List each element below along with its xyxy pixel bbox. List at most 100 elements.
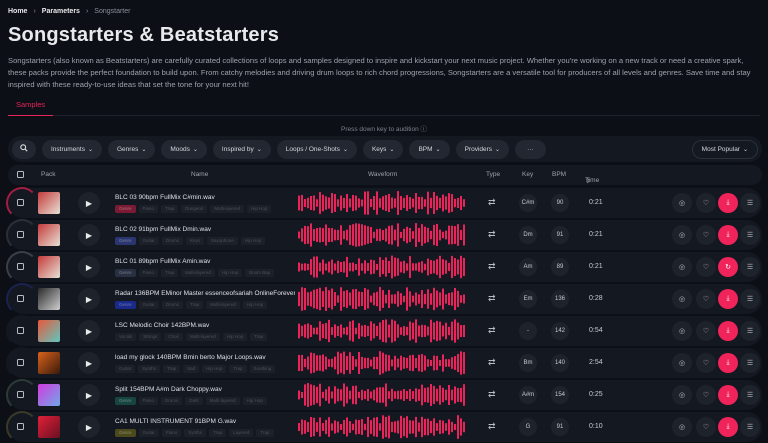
waveform[interactable] (298, 255, 466, 279)
filter-genres[interactable]: Genres ⌄ (108, 139, 156, 159)
table-row[interactable]: ▶ CA1 MULTI INSTRUMENT 91BPM G.wav Genre… (6, 411, 762, 443)
download-button[interactable]: ⤓ (718, 289, 738, 309)
play-button[interactable]: ▶ (78, 384, 100, 406)
download-button[interactable]: ⤓ (718, 321, 738, 341)
filter-instruments[interactable]: Instruments ⌄ (42, 139, 102, 159)
tag[interactable]: Hip Hop (240, 237, 266, 245)
menu-button[interactable]: ☰ (740, 193, 760, 213)
filter-moods[interactable]: Moods ⌄ (161, 139, 207, 159)
tag[interactable]: Sad (183, 365, 200, 373)
pack-artwork[interactable] (38, 416, 60, 438)
tag[interactable]: Genre (115, 269, 136, 277)
menu-button[interactable]: ☰ (740, 321, 760, 341)
tag[interactable]: Trap (161, 205, 179, 213)
table-row[interactable]: ▶ BLC 01 89bpm FullMix Amin.wav Genre Pia… (6, 251, 762, 283)
filter-loops-one-shots[interactable]: Loops / One-Shots ⌄ (276, 139, 357, 159)
similar-button[interactable]: ◎ (672, 225, 692, 245)
tag[interactable]: Genre (115, 205, 136, 213)
similar-button[interactable]: ◎ (672, 193, 692, 213)
tag[interactable]: Synths (138, 365, 161, 373)
tag[interactable]: Hip Hop (242, 301, 268, 309)
replay-button[interactable]: ↻ (718, 257, 738, 277)
waveform[interactable] (298, 351, 466, 375)
row-checkbox[interactable] (17, 423, 24, 430)
similar-button[interactable]: ◎ (672, 417, 692, 437)
filter-inspired-by[interactable]: Inspired by ⌄ (212, 139, 271, 159)
favorite-button[interactable]: ♡ (696, 417, 716, 437)
tag[interactable]: Dungeon (181, 205, 208, 213)
play-button[interactable]: ▶ (78, 352, 100, 374)
pack-artwork[interactable] (38, 384, 60, 406)
similar-button[interactable]: ◎ (672, 385, 692, 405)
tag[interactable]: Guitar (138, 301, 159, 309)
tag[interactable]: Genre (115, 237, 136, 245)
pack-artwork[interactable] (38, 224, 60, 246)
tag[interactable]: Dark (185, 397, 203, 405)
download-button[interactable]: ⤓ (718, 225, 738, 245)
menu-button[interactable]: ☰ (740, 353, 760, 373)
tag[interactable]: Trap (256, 429, 274, 437)
tag[interactable]: Drums (161, 237, 184, 245)
favorite-button[interactable]: ♡ (696, 321, 716, 341)
tag[interactable]: Genre (115, 429, 136, 437)
similar-button[interactable]: ◎ (672, 289, 692, 309)
play-button[interactable]: ▶ (78, 224, 100, 246)
tag[interactable]: Trap (209, 429, 227, 437)
tag[interactable]: Genre (115, 397, 136, 405)
tag[interactable]: Guitar (138, 237, 159, 245)
similar-button[interactable]: ◎ (672, 257, 692, 277)
tab-samples[interactable]: Samples (8, 98, 54, 116)
breadcrumb-parameters[interactable]: Parameters (42, 8, 80, 15)
menu-button[interactable]: ☰ (740, 417, 760, 437)
waveform[interactable] (298, 191, 466, 215)
row-checkbox[interactable] (17, 359, 24, 366)
tag[interactable]: Trap (163, 365, 181, 373)
waveform[interactable] (298, 415, 466, 439)
tag[interactable]: Piano (138, 269, 159, 277)
play-button[interactable]: ▶ (78, 416, 100, 438)
tag[interactable]: Multi-layered (205, 397, 240, 405)
download-button[interactable]: ⤓ (718, 193, 738, 213)
tag[interactable]: Keys (186, 237, 205, 245)
select-all-checkbox[interactable] (17, 171, 24, 178)
waveform[interactable] (298, 383, 466, 407)
menu-button[interactable]: ☰ (740, 385, 760, 405)
tag[interactable]: Genre (115, 301, 136, 309)
download-button[interactable]: ⤓ (718, 417, 738, 437)
tag[interactable]: Drums (161, 397, 183, 405)
pack-artwork[interactable] (38, 192, 60, 214)
table-row[interactable]: ▶ Radar 136BPM EMinor Master essenceofsa… (6, 283, 762, 315)
tag[interactable]: Soothing (249, 365, 276, 373)
sample-name[interactable]: load my glock 140BPM Bmin berto Major Lo… (115, 354, 295, 361)
tag[interactable]: Piano (138, 205, 159, 213)
sample-name[interactable]: Split 154BPM A#m Dark Choppy.wav (115, 386, 295, 393)
row-checkbox[interactable] (17, 263, 24, 270)
pack-artwork[interactable] (38, 320, 60, 342)
table-row[interactable]: ▶ load my glock 140BPM Bmin berto Major … (6, 347, 762, 379)
tag[interactable]: Hip Hop (247, 205, 272, 213)
row-checkbox[interactable] (17, 391, 24, 398)
download-button[interactable]: ⤓ (718, 385, 738, 405)
tag[interactable]: Multi-layered (210, 205, 245, 213)
tag[interactable]: Trap (229, 365, 247, 373)
tag[interactable]: Hip Hop (202, 365, 227, 373)
menu-button[interactable]: ☰ (740, 289, 760, 309)
waveform[interactable] (298, 223, 466, 247)
row-checkbox[interactable] (17, 327, 24, 334)
sample-name[interactable]: CA1 MULTI INSTRUMENT 91BPM G.wav (115, 418, 295, 425)
pack-artwork[interactable] (38, 256, 60, 278)
sample-name[interactable]: BLC 02 91bpm FullMix Dmin.wav (115, 226, 295, 233)
favorite-button[interactable]: ♡ (696, 225, 716, 245)
tag[interactable]: Trap (186, 301, 204, 309)
play-button[interactable]: ▶ (78, 256, 100, 278)
sample-name[interactable]: BLC 01 89bpm FullMix Amin.wav (115, 258, 295, 265)
tag[interactable]: Multi-layered (181, 269, 215, 277)
table-row[interactable]: ▶ BLC 03 90bpm FullMix C#min.wav Genre Pi… (6, 187, 762, 219)
tag[interactable]: Multi-layered (206, 301, 240, 309)
tag[interactable]: Guitar (138, 429, 159, 437)
more-filters-button[interactable]: ··· (515, 139, 546, 159)
filter-keys[interactable]: Keys ⌄ (362, 139, 404, 159)
tag[interactable]: Hip Hop (242, 397, 267, 405)
table-row[interactable]: ▶ LSC Melodic Choir 142BPM.wav Vocals Str… (6, 315, 762, 347)
favorite-button[interactable]: ♡ (696, 353, 716, 373)
